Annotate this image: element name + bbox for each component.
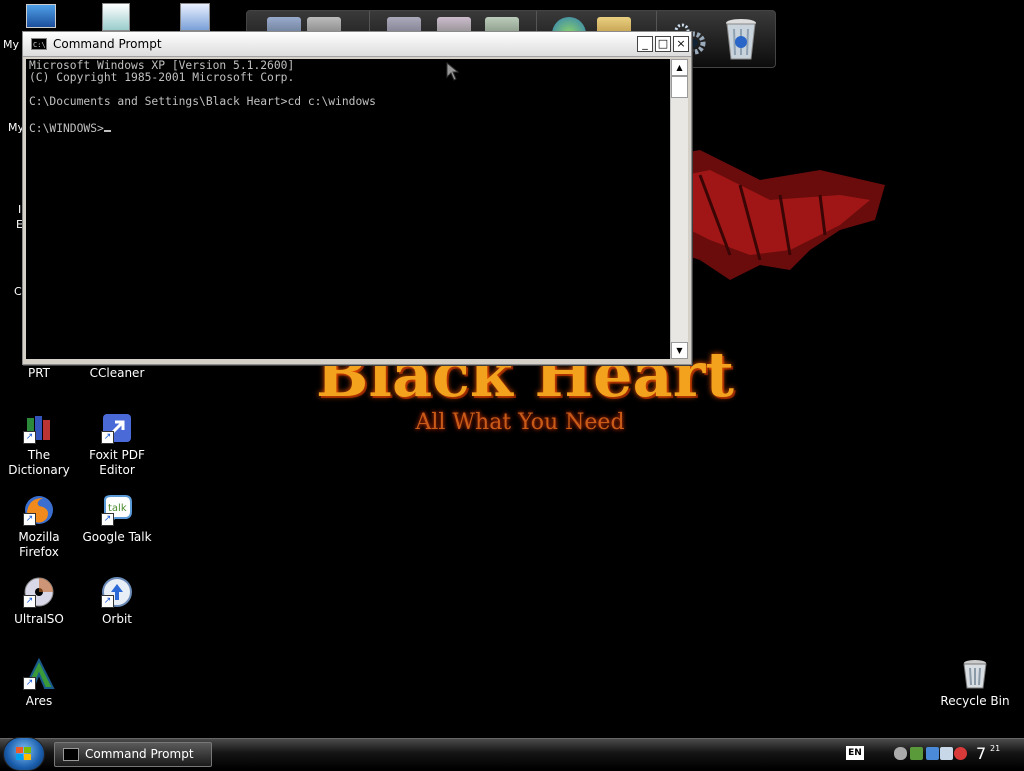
clock-minute[interactable]: 21	[990, 744, 1000, 753]
minimize-button[interactable]: _	[637, 36, 653, 52]
command-prompt-icon: C:\	[31, 38, 47, 50]
desktop-icon-label: CCleaner	[89, 366, 145, 380]
desktop-icon-firefox[interactable]: ↗ Mozilla Firefox	[0, 494, 78, 560]
window-title: Command Prompt	[53, 37, 162, 51]
command-prompt-icon	[63, 748, 79, 761]
desktop-icon-label: PRT	[27, 366, 51, 380]
system-tray: EN 7 21	[840, 741, 1024, 767]
desktop-icon-ares[interactable]: ↗ Ares	[0, 657, 78, 709]
windows-logo-icon	[16, 747, 31, 760]
text-cursor	[103, 120, 111, 132]
desktop-icon-label: Ares	[25, 694, 53, 708]
desktop-icon-label: Orbit	[101, 612, 133, 626]
console-line: C:\Documents and Settings\Black Heart>cd…	[29, 95, 376, 108]
orbit-icon: ↗	[101, 576, 133, 608]
close-button[interactable]: ×	[673, 36, 689, 52]
trash-icon[interactable]	[722, 15, 760, 61]
console-output[interactable]: Microsoft Windows XP [Version 5.1.2600](…	[26, 59, 670, 359]
command-prompt-window[interactable]: C:\ Command Prompt _ □ × Microsoft Windo…	[22, 31, 692, 365]
partial-icon-label: My	[3, 38, 20, 51]
desktop-icon-label: Mozilla Firefox	[18, 530, 60, 559]
desktop-icon-prt[interactable]: PRT	[0, 366, 78, 381]
desktop-icon-ultraiso[interactable]: ↗ UltraISO	[0, 576, 78, 627]
books-icon: ↗	[23, 412, 55, 444]
partial-icon-label: C	[14, 285, 22, 298]
desktop-icon-label: Recycle Bin	[940, 694, 1010, 708]
document-icon[interactable]	[102, 3, 130, 31]
disc-icon: ↗	[23, 576, 55, 608]
scroll-thumb[interactable]	[671, 76, 688, 98]
network-icon[interactable]	[910, 747, 923, 760]
desktop-icon-recycle-bin[interactable]: Recycle Bin	[936, 658, 1014, 709]
partial-icon-label: I	[18, 203, 22, 216]
mouse-pointer-icon	[446, 62, 460, 81]
security-shield-icon[interactable]	[954, 747, 967, 760]
desktop-icon-foxit[interactable]: ↗ Foxit PDF Editor	[78, 412, 156, 478]
clock-hour[interactable]: 7	[976, 744, 986, 763]
taskbar: Command Prompt EN 7 21	[0, 737, 1024, 771]
wallpaper-slogan: All What You Need	[415, 410, 625, 435]
window-titlebar[interactable]: C:\ Command Prompt _ □ ×	[23, 32, 691, 57]
desktop-icon-label: Foxit PDF Editor	[89, 448, 145, 477]
language-indicator[interactable]: EN	[846, 746, 864, 760]
taskbar-button-command-prompt[interactable]: Command Prompt	[54, 742, 212, 767]
recycle-bin-icon	[959, 658, 991, 690]
desktop-icon-orbit[interactable]: ↗ Orbit	[78, 576, 156, 627]
desktop-icon-label: UltraISO	[14, 612, 64, 626]
edit-document-icon[interactable]	[180, 3, 210, 31]
foxit-icon: ↗	[101, 412, 133, 444]
maximize-button[interactable]: □	[655, 36, 671, 52]
desktop-icon-label: The Dictionary	[8, 448, 70, 477]
display-icon[interactable]	[926, 747, 939, 760]
desktop-icon-ccleaner[interactable]: CCleaner	[78, 366, 156, 381]
desktop-icon-dictionary[interactable]: ↗ The Dictionary	[0, 412, 78, 478]
firefox-icon: ↗	[23, 494, 55, 526]
taskbar-button-label: Command Prompt	[85, 747, 194, 761]
start-button[interactable]	[3, 737, 45, 771]
desktop-icon-google-talk[interactable]: talk ↗ Google Talk	[78, 494, 156, 545]
console-line: (C) Copyright 1985-2001 Microsoft Corp.	[29, 71, 295, 84]
scroll-up-arrow-icon[interactable]: ▲	[671, 59, 688, 76]
chat-bubble-icon[interactable]	[894, 747, 907, 760]
vertical-scrollbar[interactable]: ▲ ▼	[670, 59, 688, 359]
console-prompt-line: C:\WINDOWS>	[29, 120, 670, 135]
my-computer-icon[interactable]	[26, 4, 56, 28]
google-talk-icon: talk ↗	[101, 494, 133, 527]
monitor-icon[interactable]	[940, 747, 953, 760]
desktop-icon-label: Google Talk	[82, 530, 152, 544]
scroll-down-arrow-icon[interactable]: ▼	[671, 342, 688, 359]
console-prompt: C:\WINDOWS>	[29, 122, 104, 135]
ares-icon: ↗	[23, 657, 55, 690]
